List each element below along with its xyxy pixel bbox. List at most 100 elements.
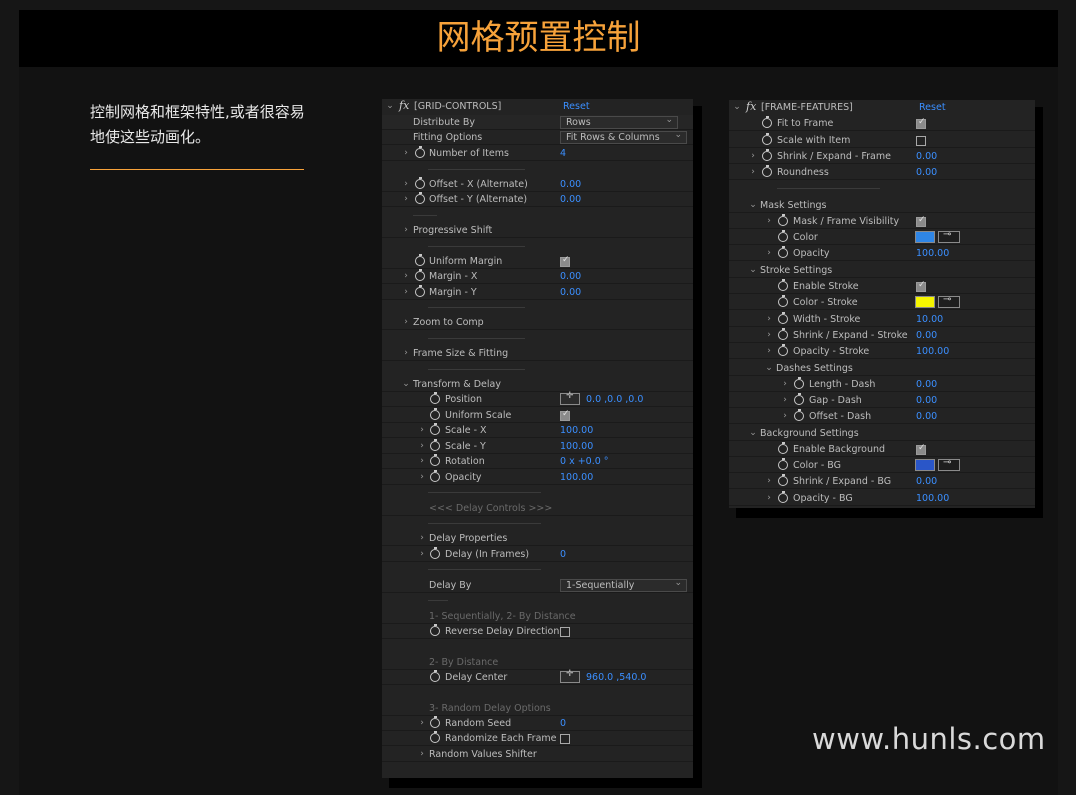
enable-stroke-checkbox[interactable] [916,280,926,292]
stopwatch-icon[interactable] [430,716,440,728]
margin-x-value[interactable]: 0.00 [560,269,581,284]
stopwatch-icon[interactable] [415,146,425,158]
stopwatch-icon[interactable] [415,192,425,204]
mask-frame-visibility-checkbox[interactable] [916,215,926,227]
margin-y-value[interactable]: 0.00 [560,285,581,300]
length-dash-value[interactable]: 0.00 [916,377,937,392]
stopwatch-icon[interactable] [794,377,804,389]
chevron-right-icon[interactable]: › [402,177,410,192]
uniform-margin-checkbox[interactable] [560,255,570,267]
chevron-right-icon[interactable]: › [402,346,410,361]
collapse-icon[interactable]: ⌄ [733,100,741,115]
delay-center-value[interactable]: 960.0 ,540.0 [586,670,646,685]
stopwatch-icon[interactable] [430,470,440,482]
randomize-each-frame-checkbox[interactable] [560,734,570,744]
rotation-value[interactable]: 0 x +0.0 ° [560,454,609,469]
chevron-right-icon[interactable]: › [418,423,426,438]
stopwatch-icon[interactable] [430,408,440,420]
stopwatch-icon[interactable] [415,177,425,189]
scale-x-value[interactable]: 100.00 [560,423,593,438]
shrink-expand-bg-value[interactable]: 0.00 [916,474,937,489]
chevron-right-icon[interactable]: › [749,165,757,180]
opacity-value[interactable]: 100.00 [560,470,593,485]
chevron-right-icon[interactable]: › [402,146,410,161]
stopwatch-icon[interactable] [778,458,788,470]
offset-dash-value[interactable]: 0.00 [916,409,937,424]
stopwatch-icon[interactable] [430,670,440,682]
chevron-right-icon[interactable]: › [418,747,426,762]
stopwatch-icon[interactable] [415,254,425,266]
chevron-right-icon[interactable]: › [402,285,410,300]
shrink-expand-stroke-value[interactable]: 0.00 [916,328,937,343]
frame-size-fitting-group[interactable]: Frame Size & Fitting [413,346,508,361]
chevron-right-icon[interactable]: › [402,223,410,238]
dashes-settings-group[interactable]: Dashes Settings [776,361,853,376]
scale-y-value[interactable]: 100.00 [560,439,593,454]
eyedropper-icon[interactable] [938,457,960,471]
stopwatch-icon[interactable] [415,285,425,297]
chevron-right-icon[interactable]: › [765,214,773,229]
eyedropper-icon[interactable] [938,294,960,308]
delay-by-dropdown[interactable]: 1-Sequentially [560,578,687,592]
random-seed-value[interactable]: 0 [560,716,566,731]
fit-to-frame-checkbox[interactable] [916,117,926,129]
chevron-right-icon[interactable]: › [402,192,410,207]
stopwatch-icon[interactable] [778,474,788,486]
stopwatch-icon[interactable] [778,328,788,340]
stopwatch-icon[interactable] [762,116,772,128]
random-values-shifter-group[interactable]: Random Values Shifter [429,747,537,762]
stopwatch-icon[interactable] [778,312,788,324]
stopwatch-icon[interactable] [762,149,772,161]
stopwatch-icon[interactable] [778,230,788,242]
distribute-by-dropdown[interactable]: Rows [560,115,678,129]
delay-in-frames-value[interactable]: 0 [560,547,566,562]
chevron-right-icon[interactable]: › [749,149,757,164]
stopwatch-icon[interactable] [430,392,440,404]
stopwatch-icon[interactable] [778,491,788,503]
fitting-options-dropdown[interactable]: Fit Rows & Columns [560,130,687,144]
stopwatch-icon[interactable] [778,246,788,258]
stopwatch-icon[interactable] [762,133,772,145]
shrink-expand-frame-value[interactable]: 0.00 [916,149,937,164]
chevron-right-icon[interactable]: › [418,531,426,546]
uniform-scale-checkbox[interactable] [560,409,570,421]
chevron-right-icon[interactable]: › [781,377,789,392]
stroke-settings-group[interactable]: Stroke Settings [760,263,832,278]
collapse-icon[interactable]: ⌄ [386,99,394,114]
stopwatch-icon[interactable] [794,409,804,421]
chevron-right-icon[interactable]: › [765,344,773,359]
chevron-right-icon[interactable]: › [765,491,773,506]
zoom-to-comp-group[interactable]: Zoom to Comp [413,315,484,330]
bg-color-swatch[interactable] [915,459,935,471]
chevron-right-icon[interactable]: › [418,547,426,562]
chevron-down-icon[interactable]: ⌄ [749,263,757,278]
position-value[interactable]: 0.0 ,0.0 ,0.0 [586,392,643,407]
stopwatch-icon[interactable] [430,547,440,559]
chevron-right-icon[interactable]: › [781,409,789,424]
stopwatch-icon[interactable] [778,214,788,226]
chevron-right-icon[interactable]: › [781,393,789,408]
mask-color-swatch[interactable] [915,231,935,243]
stopwatch-icon[interactable] [430,423,440,435]
crosshair-icon[interactable] [560,391,580,405]
gap-dash-value[interactable]: 0.00 [916,393,937,408]
stopwatch-icon[interactable] [778,295,788,307]
opacity-stroke-value[interactable]: 100.00 [916,344,949,359]
chevron-right-icon[interactable]: › [418,716,426,731]
progressive-shift-group[interactable]: Progressive Shift [413,223,492,238]
stopwatch-icon[interactable] [415,269,425,281]
chevron-right-icon[interactable]: › [418,454,426,469]
scale-with-item-checkbox[interactable] [916,136,926,146]
chevron-right-icon[interactable]: › [418,470,426,485]
width-stroke-value[interactable]: 10.00 [916,312,943,327]
stopwatch-icon[interactable] [430,454,440,466]
chevron-down-icon[interactable]: ⌄ [749,198,757,213]
mask-settings-group[interactable]: Mask Settings [760,198,826,213]
chevron-down-icon[interactable]: ⌄ [402,377,410,392]
reset-link[interactable]: Reset [919,100,946,115]
chevron-down-icon[interactable]: ⌄ [765,361,773,376]
reset-link[interactable]: Reset [563,99,590,114]
offset-y-value[interactable]: 0.00 [560,192,581,207]
delay-properties-group[interactable]: Delay Properties [429,531,507,546]
chevron-right-icon[interactable]: › [765,328,773,343]
